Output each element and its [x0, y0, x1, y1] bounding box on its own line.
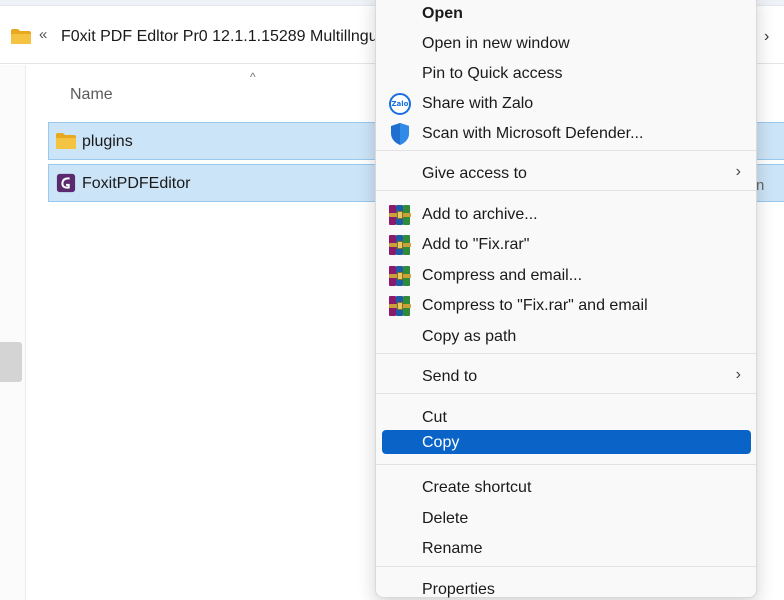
menu-item-copy[interactable]: Copy: [382, 430, 751, 454]
winrar-icon: [388, 295, 412, 317]
clipped-column-text: n: [756, 177, 765, 194]
breadcrumb-path[interactable]: F0xit PDF Edltor Pr0 12.1.1.15289 Multil…: [61, 28, 378, 46]
menu-item-label: Copy as path: [422, 328, 517, 345]
folder-icon: [56, 133, 76, 149]
winrar-icon: [388, 204, 412, 226]
menu-item-label: Give access to: [422, 165, 527, 182]
menu-item-label: Send to: [422, 368, 478, 385]
chevron-right-icon[interactable]: ›: [764, 28, 769, 46]
foxit-app-icon: [56, 173, 76, 193]
menu-item-compress-to-fix-rar-and-email[interactable]: Compress to "Fix.rar" and email: [382, 292, 751, 320]
menu-item-rename[interactable]: Rename: [382, 535, 751, 563]
menu-item-create-shortcut[interactable]: Create shortcut: [382, 474, 751, 502]
menu-item-properties[interactable]: Properties: [382, 576, 751, 600]
menu-item-label: Compress and email...: [422, 267, 583, 284]
menu-separator: [376, 190, 756, 191]
menu-item-pin-to-quick-access[interactable]: Pin to Quick access: [382, 60, 751, 88]
menu-separator: [376, 566, 756, 567]
navigation-scrollbar-thumb[interactable]: [0, 342, 22, 382]
menu-item-delete[interactable]: Delete: [382, 505, 751, 533]
menu-item-give-access-to[interactable]: Give access to ›: [382, 160, 751, 188]
navigation-pane: [0, 65, 26, 600]
menu-item-cut[interactable]: Cut: [382, 404, 751, 432]
menu-item-label: Add to "Fix.rar": [422, 236, 530, 253]
menu-item-label: Compress to "Fix.rar" and email: [422, 297, 648, 314]
winrar-icon: [388, 234, 412, 256]
file-name: FoxitPDFEditor: [82, 175, 191, 192]
menu-item-open[interactable]: Open: [382, 0, 751, 28]
menu-item-label: Delete: [422, 510, 469, 527]
sort-indicator-icon: ^: [250, 70, 256, 84]
menu-separator: [376, 393, 756, 394]
zalo-icon-text: Zalo: [389, 93, 411, 115]
menu-item-share-with-zalo[interactable]: Zalo Share with Zalo: [382, 90, 751, 118]
menu-item-compress-and-email[interactable]: Compress and email...: [382, 262, 751, 290]
context-menu: Open Open in new window Pin to Quick acc…: [375, 0, 757, 598]
menu-separator: [376, 150, 756, 151]
menu-item-label: Share with Zalo: [422, 95, 534, 112]
menu-separator: [376, 353, 756, 354]
chevron-right-icon: ›: [735, 163, 741, 180]
menu-item-label: Properties: [422, 581, 495, 598]
chevron-right-icon: ›: [735, 366, 741, 383]
menu-separator: [376, 464, 756, 465]
menu-item-send-to[interactable]: Send to ›: [382, 363, 751, 391]
menu-item-label: Pin to Quick access: [422, 65, 563, 82]
menu-item-label: Open: [422, 5, 463, 22]
zalo-icon: Zalo: [388, 93, 412, 115]
column-header-name[interactable]: Name: [70, 86, 113, 104]
menu-item-label: Copy: [422, 434, 460, 451]
menu-item-label: Create shortcut: [422, 479, 532, 496]
defender-shield-icon: [388, 123, 412, 145]
menu-item-add-to-archive[interactable]: Add to archive...: [382, 201, 751, 229]
menu-item-open-in-new-window[interactable]: Open in new window: [382, 30, 751, 58]
menu-item-add-to-fix-rar[interactable]: Add to "Fix.rar": [382, 231, 751, 259]
menu-item-copy-as-path[interactable]: Copy as path: [382, 323, 751, 351]
menu-item-label: Cut: [422, 409, 447, 426]
folder-icon: [11, 29, 31, 44]
menu-item-label: Add to archive...: [422, 206, 538, 223]
menu-item-scan-with-defender[interactable]: Scan with Microsoft Defender...: [382, 120, 751, 148]
menu-item-label: Scan with Microsoft Defender...: [422, 125, 644, 142]
menu-item-label: Rename: [422, 540, 483, 557]
winrar-icon: [388, 265, 412, 287]
menu-item-label: Open in new window: [422, 35, 570, 52]
breadcrumb-overflow-icon[interactable]: «: [39, 26, 47, 43]
file-name: plugins: [82, 133, 133, 150]
